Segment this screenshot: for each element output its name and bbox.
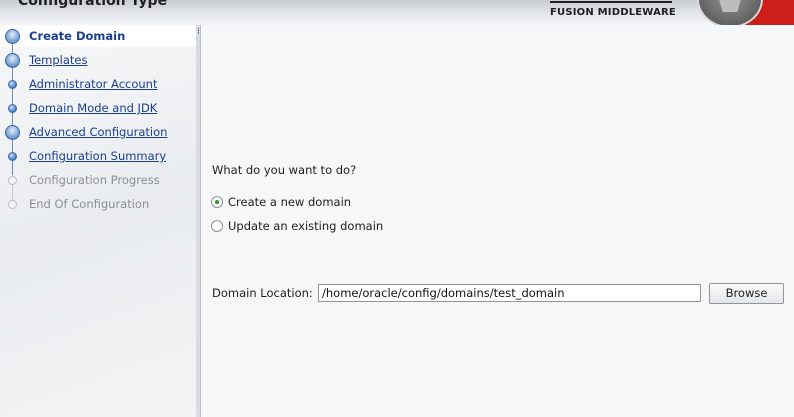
- option-update-existing-domain[interactable]: Update an existing domain: [211, 218, 383, 234]
- window-header: Configuration Type FUSION MIDDLEWARE: [0, 0, 794, 25]
- nav-step-end-of-configuration: End Of Configuration: [29, 197, 150, 211]
- step-node-icon: [8, 152, 17, 161]
- brand-divider: [550, 1, 672, 3]
- domain-location-input[interactable]: [318, 284, 701, 302]
- step-walker-icon: [5, 125, 20, 140]
- wizard-step-nav: Create Domain Templates Administrator Ac…: [0, 25, 200, 417]
- brand-name: FUSION MIDDLEWARE: [550, 7, 676, 18]
- nav-step-advanced-configuration[interactable]: Advanced Configuration: [29, 124, 167, 140]
- step-node-icon: [8, 80, 17, 89]
- step-walker-icon: [5, 53, 20, 68]
- step-pending-icon: [8, 200, 17, 209]
- browse-button[interactable]: Browse: [709, 283, 784, 304]
- nav-step-create-domain[interactable]: Create Domain: [29, 28, 125, 44]
- step-pending-icon: [8, 176, 17, 185]
- page-title: Configuration Type: [18, 0, 168, 9]
- nav-step-administrator-account[interactable]: Administrator Account: [29, 76, 157, 92]
- nav-step-configuration-progress: Configuration Progress: [29, 173, 160, 187]
- main-panel: What do you want to do? Create a new dom…: [200, 25, 794, 417]
- step-walker-icon: [5, 29, 20, 44]
- option-create-new-domain[interactable]: Create a new domain: [211, 194, 351, 210]
- nav-step-configuration-summary[interactable]: Configuration Summary: [29, 148, 166, 164]
- option-label: Create a new domain: [228, 195, 352, 209]
- step-node-icon: [8, 104, 17, 113]
- option-label: Update an existing domain: [228, 219, 384, 233]
- nav-step-templates[interactable]: Templates: [29, 52, 87, 68]
- domain-location-label: Domain Location:: [212, 286, 313, 300]
- radio-update-existing-domain[interactable]: [211, 220, 223, 232]
- question-label: What do you want to do?: [212, 163, 357, 177]
- radio-create-new-domain[interactable]: [211, 196, 223, 208]
- nav-step-domain-mode-jdk[interactable]: Domain Mode and JDK: [29, 100, 157, 116]
